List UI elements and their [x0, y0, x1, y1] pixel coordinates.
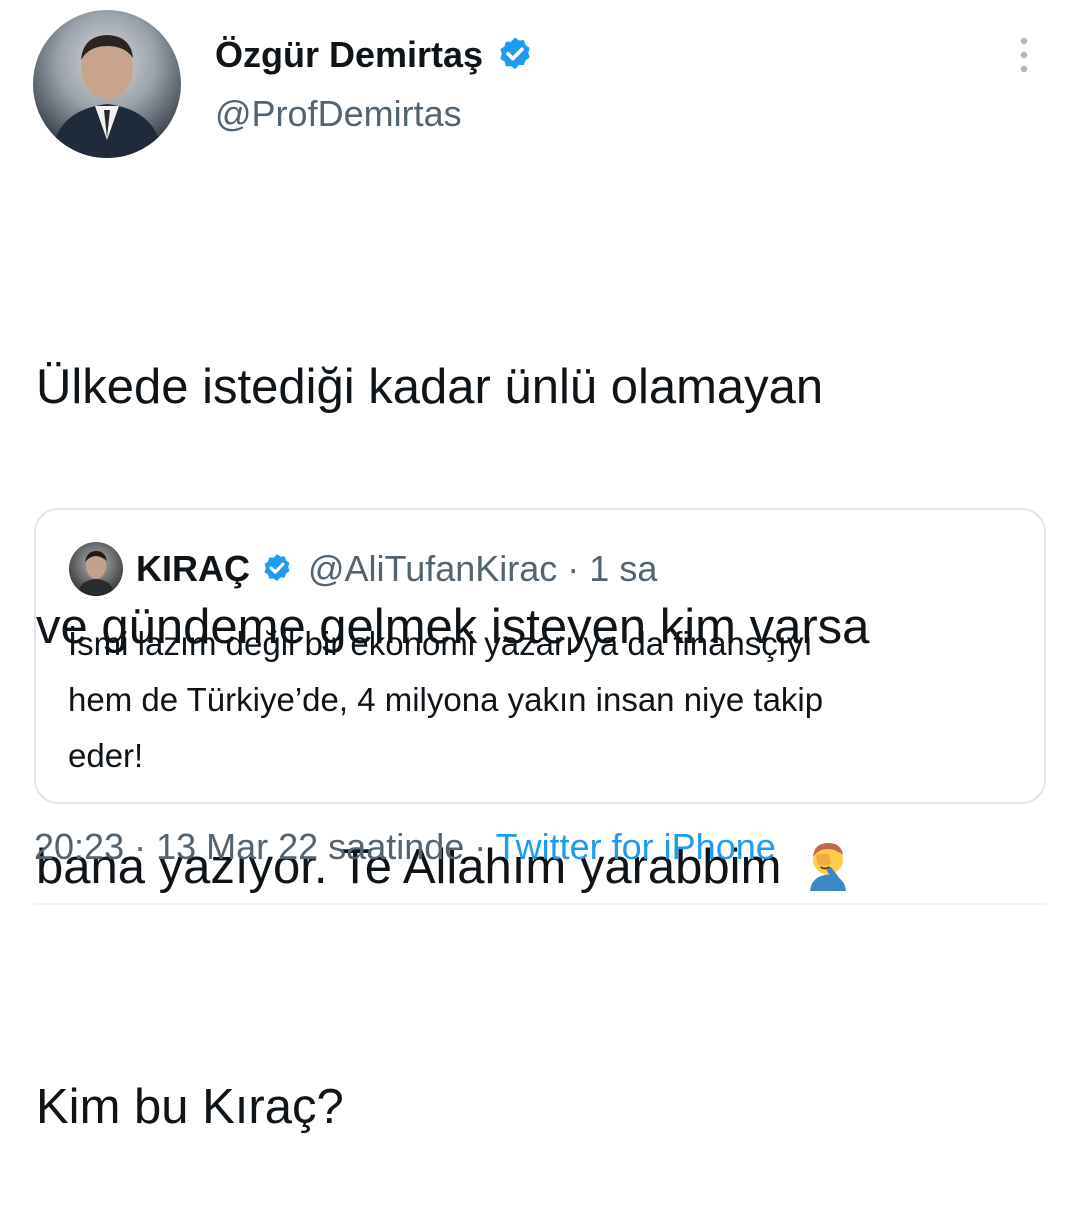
- author-avatar[interactable]: [33, 10, 181, 158]
- tweet-time[interactable]: 20:23: [34, 826, 124, 867]
- quoted-line: eder!: [68, 737, 144, 774]
- separator-dot: ·: [124, 826, 157, 867]
- quoted-text: İsmi lazım değil bir ekonomi yazarı ya d…: [68, 616, 1018, 784]
- separator-dot: ·: [464, 826, 496, 867]
- facepalm-emoji-icon: [810, 843, 847, 892]
- author-name[interactable]: Özgür Demirtaş: [215, 34, 483, 76]
- tweet-line: Ülkede istediği kadar ünlü olamayan: [36, 360, 824, 414]
- person-photo-icon: [77, 551, 115, 596]
- divider: [34, 903, 1046, 905]
- tweet-source-link[interactable]: Twitter for iPhone: [496, 826, 776, 867]
- quoted-author-avatar[interactable]: [69, 542, 123, 596]
- quoted-header: KIRAÇ @AliTufanKirac · 1 sa: [136, 548, 657, 590]
- quoted-author-handle[interactable]: @AliTufanKirac: [308, 548, 557, 590]
- quoted-timestamp[interactable]: 1 sa: [589, 548, 657, 590]
- tweet-date[interactable]: 13 Mar 22 saatinde: [156, 826, 464, 867]
- quoted-tweet-card[interactable]: KIRAÇ @AliTufanKirac · 1 sa İsmi lazım d…: [34, 508, 1046, 804]
- person-photo-icon: [51, 35, 163, 158]
- author-name-row: Özgür Demirtaş: [215, 34, 535, 76]
- verified-badge-icon: [500, 37, 530, 70]
- verified-badge-icon: [264, 554, 290, 582]
- author-handle[interactable]: @ProfDemirtas: [215, 93, 462, 135]
- tweet-meta: 20:23 · 13 Mar 22 saatinde · Twitter for…: [34, 826, 776, 868]
- quoted-line: İsmi lazım değil bir ekonomi yazarı ya d…: [68, 625, 813, 662]
- quoted-author-name[interactable]: KIRAÇ: [136, 548, 250, 590]
- tweet-line: Kim bu Kıraç?: [36, 1080, 344, 1134]
- more-options-icon[interactable]: [1012, 36, 1036, 74]
- separator-dot: ·: [567, 548, 580, 589]
- quoted-line: hem de Türkiye’de, 4 milyona yakın insan…: [68, 681, 824, 718]
